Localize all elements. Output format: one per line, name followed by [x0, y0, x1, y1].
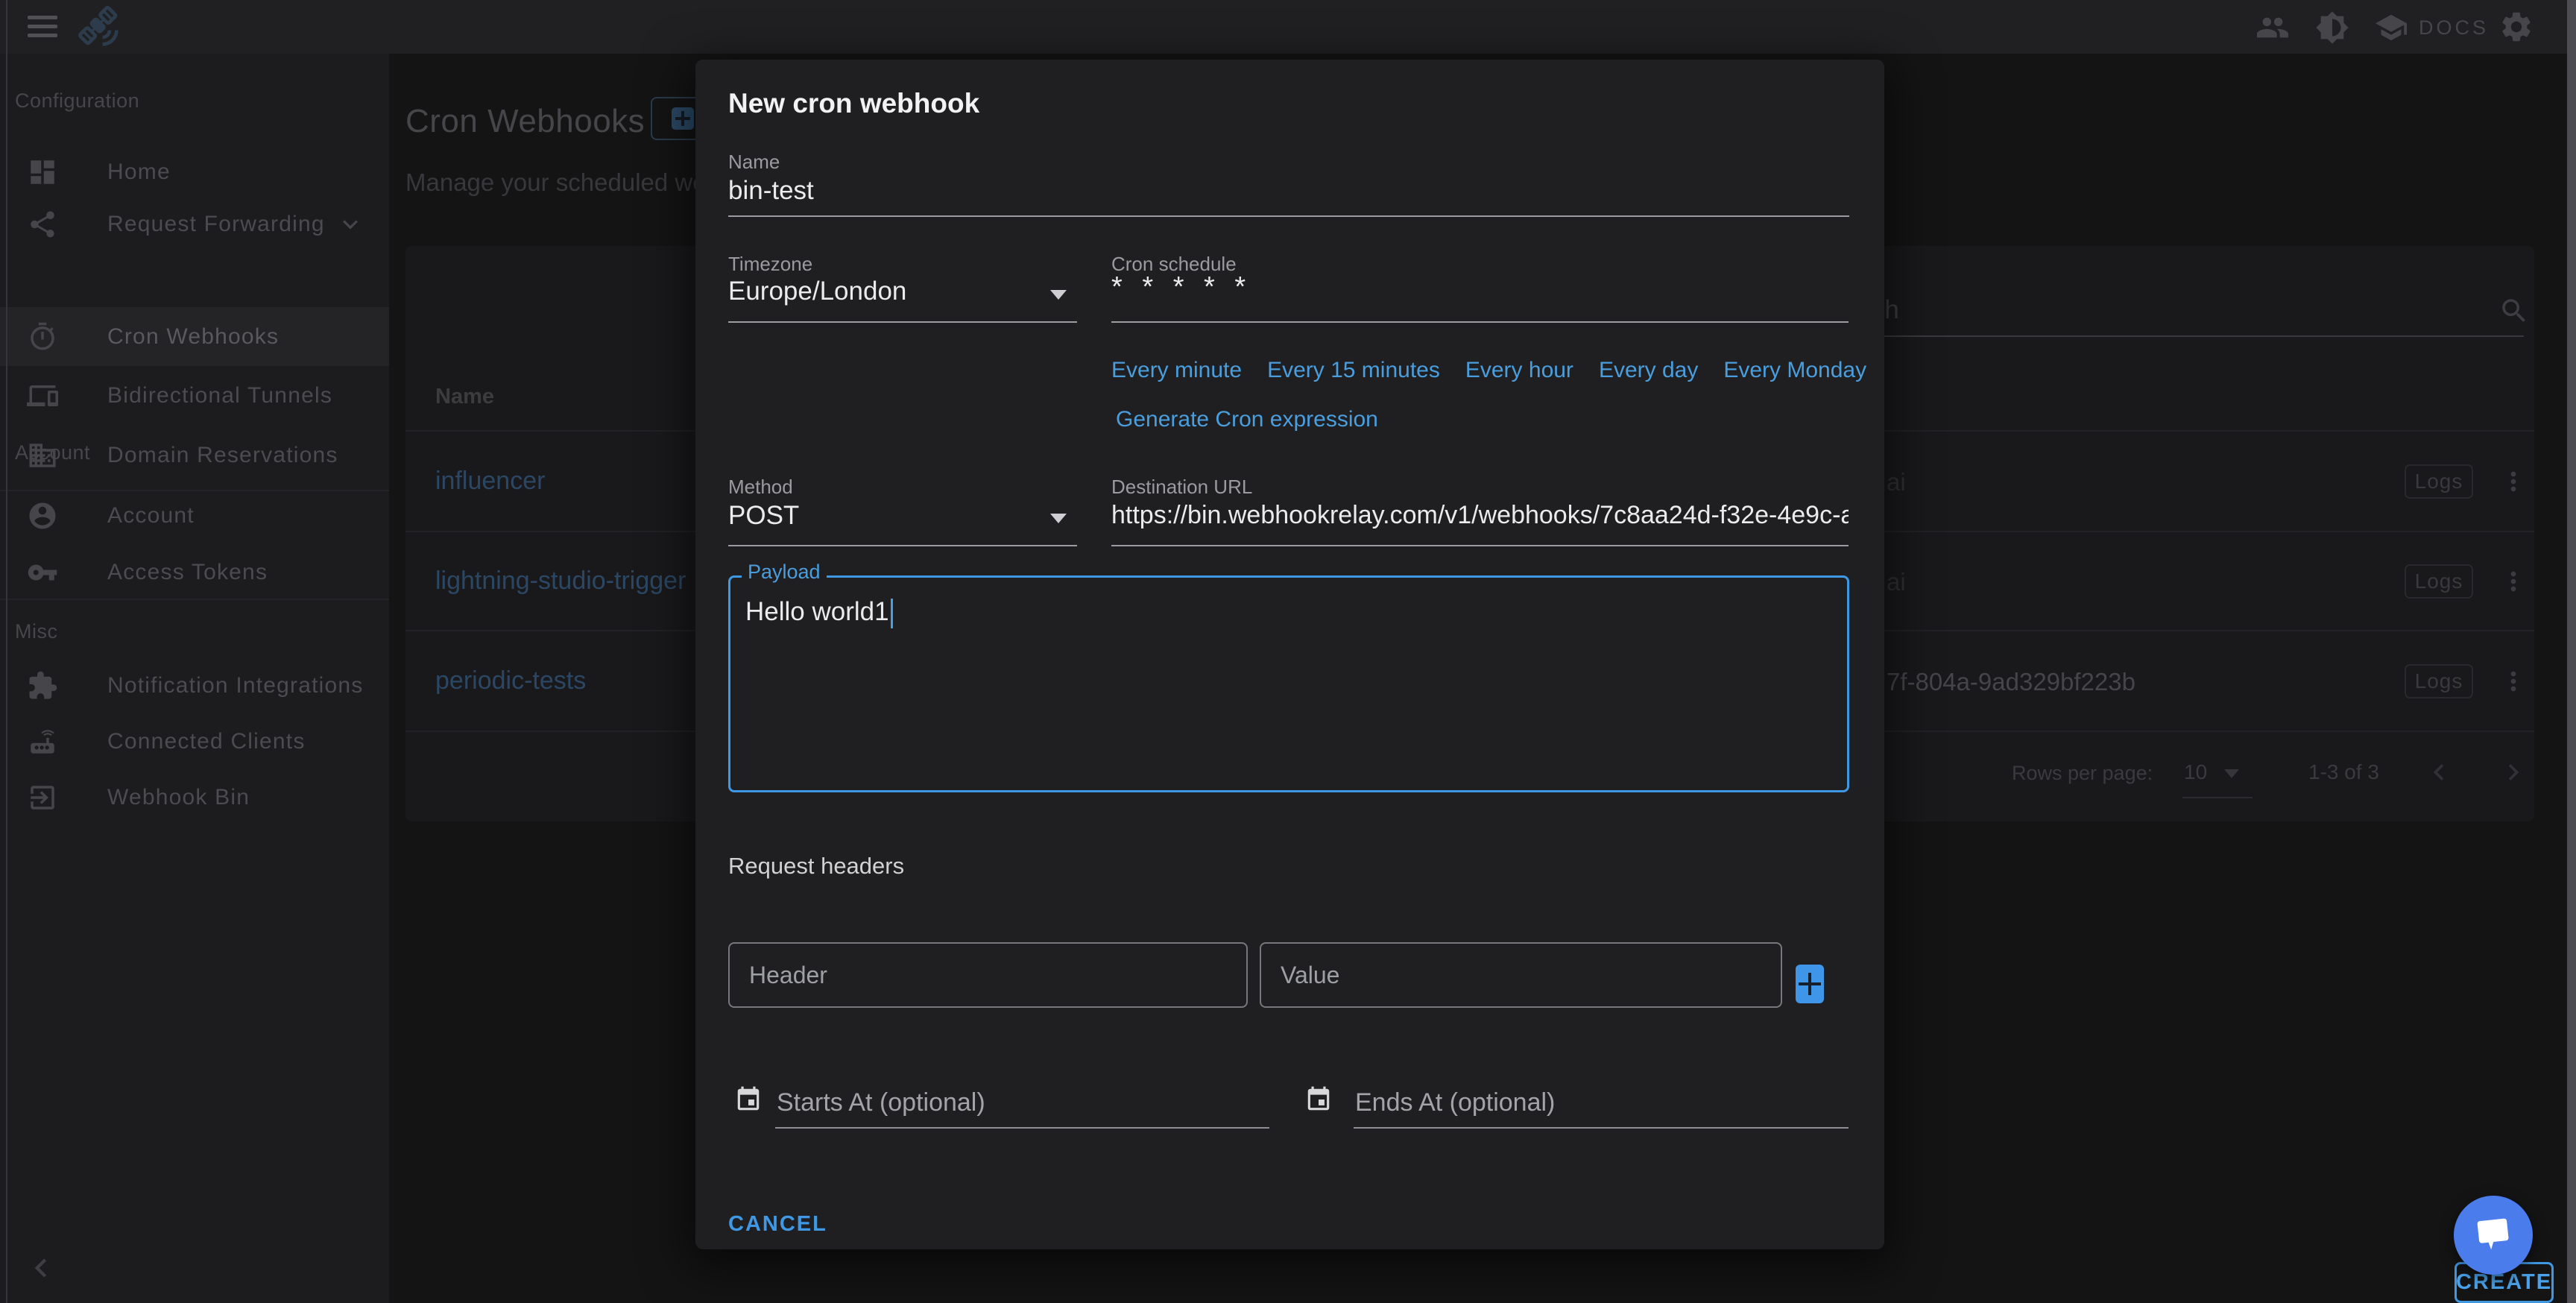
sidebar-divider	[0, 599, 389, 600]
add-box-icon	[672, 107, 694, 130]
school-icon	[2374, 10, 2408, 45]
puzzle-icon	[27, 670, 58, 701]
method-field-label: Method	[728, 476, 793, 499]
row-url-fragment: ai	[1887, 568, 1906, 596]
ends-at-field[interactable]: Ends At (optional)	[1355, 1088, 1555, 1117]
sidebar-item-account[interactable]: Account	[0, 486, 389, 545]
theme-toggle-icon[interactable]	[2315, 10, 2349, 45]
link-every-minute[interactable]: Every minute	[1111, 358, 1242, 383]
sidebar-nav: Configuration Home Request Forwarding Cr…	[0, 54, 389, 1303]
calendar-icon[interactable]	[1304, 1085, 1333, 1114]
app-logo-satellite-icon	[78, 6, 120, 48]
chat-bubble-icon	[2472, 1215, 2515, 1255]
cron-schedule-input[interactable]: * * * * *	[1111, 271, 1251, 303]
starts-at-field[interactable]: Starts At (optional)	[777, 1088, 985, 1117]
app-root: DOCS Configuration Home Request Forwardi…	[0, 0, 2576, 1303]
sidebar-section-misc: Misc	[15, 620, 58, 643]
method-select[interactable]: POST	[728, 501, 799, 531]
chevron-left-icon[interactable]	[2422, 756, 2455, 789]
sidebar-item-cron-webhooks[interactable]: Cron Webhooks	[0, 307, 389, 366]
hamburger-icon	[28, 16, 57, 19]
payload-text: Hello world1	[745, 597, 1847, 628]
destination-url-input[interactable]: https://bin.webhookrelay.com/v1/webhooks…	[1111, 501, 1849, 530]
dropdown-arrow-icon[interactable]	[2224, 769, 2239, 778]
dialog-title: New cron webhook	[728, 88, 979, 119]
collapse-sidebar-chevron-icon[interactable]	[22, 1249, 60, 1287]
link-every-15-minutes[interactable]: Every 15 minutes	[1267, 358, 1440, 383]
sidebar-item-request-forwarding[interactable]: Request Forwarding	[0, 195, 389, 253]
row-url-fragment: ai	[1887, 468, 1906, 496]
sidebar-item-home[interactable]: Home	[0, 142, 389, 201]
cancel-button[interactable]: CANCEL	[728, 1212, 827, 1237]
key-icon	[27, 557, 58, 588]
row-url-fragment: 7f-804a-9ad329bf223b	[1887, 668, 2135, 696]
sidebar-section-configuration: Configuration	[15, 89, 139, 113]
payload-textarea[interactable]: Hello world1	[728, 575, 1849, 792]
dashboard-icon	[27, 157, 58, 188]
kebab-menu-icon[interactable]	[2498, 467, 2528, 496]
generate-cron-expression-link[interactable]: Generate Cron expression	[1116, 407, 1378, 432]
top-app-bar: DOCS	[0, 0, 2576, 54]
calendar-icon[interactable]	[734, 1085, 763, 1114]
logs-button[interactable]: Logs	[2405, 564, 2473, 599]
sidebar-section-account: Account	[15, 441, 90, 464]
link-every-day[interactable]: Every day	[1599, 358, 1698, 383]
chevron-down-icon	[335, 209, 365, 239]
rows-per-page-select[interactable]: 10	[2184, 760, 2207, 784]
users-icon[interactable]	[2255, 10, 2290, 45]
dropdown-arrow-icon[interactable]	[1050, 290, 1067, 300]
docs-label: DOCS	[2419, 16, 2489, 40]
chevron-right-icon[interactable]	[2497, 756, 2530, 789]
destination-url-field-label: Destination URL	[1111, 476, 1252, 499]
search-underline	[1811, 335, 2524, 337]
cron-quick-links: Every minute Every 15 minutes Every hour…	[1111, 358, 1866, 383]
name-field-label: Name	[728, 151, 780, 174]
scrollbar[interactable]	[2567, 0, 2576, 1303]
payload-field-label: Payload	[742, 561, 827, 584]
settings-gear-icon[interactable]	[2498, 9, 2534, 45]
add-header-button[interactable]	[1796, 965, 1824, 1003]
logs-button[interactable]: Logs	[2405, 664, 2473, 698]
header-input[interactable]	[728, 942, 1248, 1008]
rows-per-page-label: Rows per page:	[2012, 762, 2153, 785]
router-icon	[27, 726, 58, 757]
sidebar-item-webhook-bin[interactable]: Webhook Bin	[0, 768, 389, 827]
dropdown-arrow-icon[interactable]	[1050, 514, 1067, 523]
table-header-name: Name	[435, 385, 494, 409]
page-subtitle: Manage your scheduled we	[405, 168, 707, 197]
page-title: Cron Webhooks	[405, 103, 645, 140]
kebab-menu-icon[interactable]	[2498, 666, 2528, 696]
logs-button[interactable]: Logs	[2405, 464, 2473, 499]
search-icon[interactable]	[2498, 295, 2530, 326]
timer-icon	[27, 321, 58, 353]
devices-icon	[27, 380, 58, 411]
share-icon	[27, 209, 58, 240]
sidebar-item-access-tokens[interactable]: Access Tokens	[0, 543, 389, 602]
pagination-range: 1-3 of 3	[2308, 760, 2379, 784]
kebab-menu-icon[interactable]	[2498, 567, 2528, 596]
person-icon	[27, 500, 58, 531]
link-every-monday[interactable]: Every Monday	[1723, 358, 1866, 383]
text-cursor	[891, 599, 893, 628]
link-every-hour[interactable]: Every hour	[1465, 358, 1573, 383]
sidebar-item-connected-clients[interactable]: Connected Clients	[0, 712, 389, 771]
chat-widget-button[interactable]	[2454, 1196, 2533, 1275]
timezone-field-label: Timezone	[728, 253, 812, 276]
timezone-select[interactable]: Europe/London	[728, 277, 906, 306]
sidebar-item-bidirectional-tunnels[interactable]: Bidirectional Tunnels	[0, 366, 389, 425]
docs-button[interactable]: DOCS	[2374, 10, 2489, 45]
menu-button[interactable]	[0, 0, 89, 54]
sidebar-item-notification-integrations[interactable]: Notification Integrations	[0, 656, 389, 715]
new-cron-webhook-dialog: New cron webhook Name bin-test Timezone …	[695, 60, 1884, 1249]
value-input[interactable]	[1260, 942, 1782, 1008]
request-headers-label: Request headers	[728, 853, 904, 880]
exit-icon	[27, 782, 58, 813]
window-edge-line	[6, 0, 7, 1303]
name-field-input[interactable]: bin-test	[728, 176, 814, 206]
